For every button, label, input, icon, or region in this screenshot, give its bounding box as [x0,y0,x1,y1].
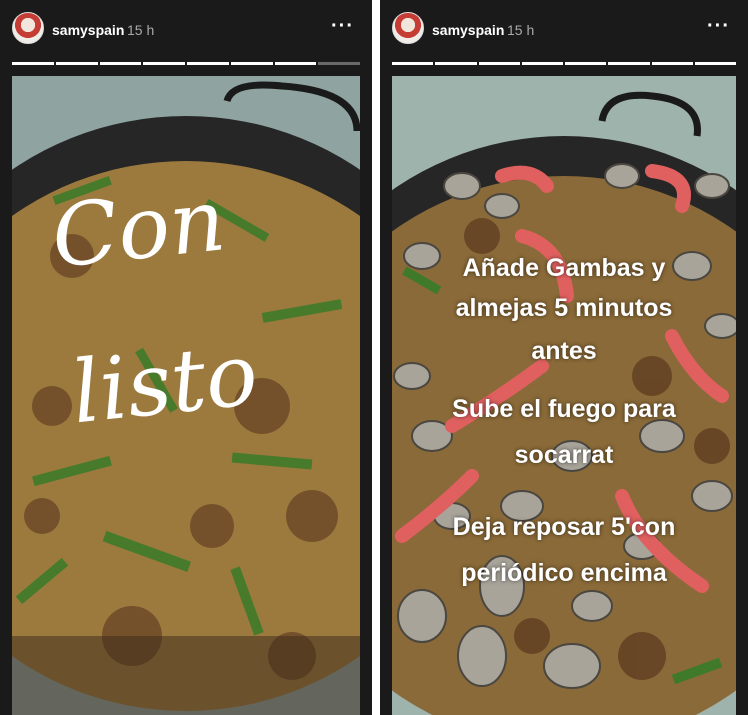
progress-segment [565,62,607,65]
avatar[interactable] [12,12,44,44]
story-progress-bar [12,62,360,65]
overlay-text-line: Deja reposar 5'con [452,513,676,541]
overlay-text-line: Sube el fuego para [452,395,676,423]
progress-segment [392,62,434,65]
username[interactable]: samyspain [432,22,504,38]
overlay-text-line: almejas 5 minutos [455,294,673,322]
timestamp: 15 h [127,22,155,38]
progress-segment [187,62,229,65]
progress-segment [435,62,477,65]
progress-segment [651,62,693,65]
progress-segment [274,62,317,65]
progress-segment [478,62,520,65]
story-progress-bar [392,62,736,65]
progress-segment [318,62,360,65]
story-header: samyspain 15 h ··· [12,10,360,50]
progress-segment [55,62,98,65]
overlay-text-line: antes [531,337,597,365]
story-left[interactable]: samyspain 15 h ··· Con listo [0,0,372,715]
progress-segment [99,62,142,65]
story-photo-paella-seafood[interactable]: Añade Gambas y almejas 5 minutos antes S… [392,76,736,715]
progress-segment [12,62,54,65]
progress-segment [230,62,273,65]
overlay-text-line: Añade Gambas y [462,254,666,282]
story-photo-paella[interactable]: Con listo [12,76,360,715]
story-header: samyspain 15 h ··· [392,10,736,50]
handwritten-word: Con [47,170,230,288]
progress-segment [521,62,563,65]
avatar[interactable] [392,12,424,44]
more-options-icon[interactable]: ··· [707,15,730,38]
overlay-text-line: socarrat [514,441,614,469]
story-right[interactable]: samyspain 15 h ··· Añade Gambas y almeja… [380,0,748,715]
username[interactable]: samyspain [52,22,124,38]
progress-segment [608,62,650,65]
progress-segment [143,62,185,65]
more-options-icon[interactable]: ··· [331,15,354,38]
timestamp: 15 h [507,22,535,38]
progress-segment [694,62,736,65]
overlay-text-line: periódico encima [461,559,667,587]
handwritten-word: listo [67,324,263,444]
